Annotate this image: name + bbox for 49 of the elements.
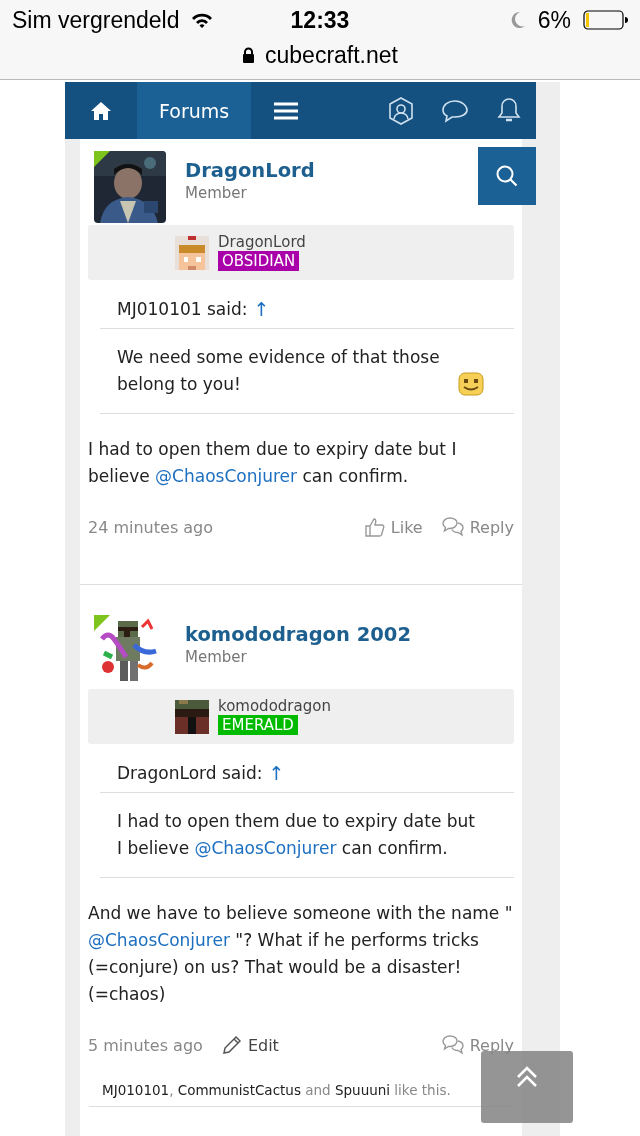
post-time[interactable]: 5 minutes ago xyxy=(88,1035,203,1055)
speech-bubbles-icon xyxy=(440,1034,465,1056)
home-icon xyxy=(90,100,112,121)
mention-link[interactable]: @ChaosConjurer xyxy=(155,466,298,486)
author-name[interactable]: DragonLord xyxy=(185,159,315,182)
quote-author: DragonLord said: xyxy=(117,763,263,783)
mention-link[interactable]: @ChaosConjurer xyxy=(88,930,230,950)
thumbs-up-icon xyxy=(363,516,386,538)
game-username: DragonLord xyxy=(218,234,306,251)
rank-tag: EMERALD xyxy=(218,715,298,735)
battery-icon xyxy=(583,10,628,30)
user-link[interactable]: CommunistCactus xyxy=(177,1082,301,1098)
clock-text: 12:33 xyxy=(290,6,350,33)
reply-button[interactable]: Reply xyxy=(440,516,514,538)
post-text: I had to open them due to expiry date but I believe @ChaosConjurer can confirm. xyxy=(88,438,458,488)
quote-author: MJ010101 said: xyxy=(117,299,248,319)
post-time[interactable]: 24 minutes ago xyxy=(88,517,214,537)
mention-link[interactable]: @ChaosConjurer xyxy=(194,838,337,858)
search-button[interactable] xyxy=(478,147,536,205)
wifi-icon xyxy=(191,11,214,29)
menu-icon xyxy=(273,100,300,121)
rank-tag: OBSIDIAN xyxy=(218,251,300,271)
lock-icon xyxy=(242,47,255,63)
user-title: Member xyxy=(185,648,248,666)
bell-icon xyxy=(497,97,521,124)
like-button[interactable]: Like xyxy=(363,516,423,538)
jump-link[interactable]: ↑ xyxy=(253,298,270,320)
author-name[interactable]: komododragon 2002 xyxy=(185,623,411,646)
carrier-text: Sim vergrendeld xyxy=(12,6,180,34)
address-text[interactable]: cubecraft.net xyxy=(265,41,398,69)
search-icon xyxy=(495,164,519,188)
edit-button[interactable]: Edit xyxy=(220,1034,279,1056)
game-username: komododragon xyxy=(218,698,331,715)
moon-icon xyxy=(509,11,526,29)
chat-icon xyxy=(442,98,468,123)
battery-percent: 6% xyxy=(537,6,571,34)
user-link[interactable]: MJ010101 xyxy=(102,1082,170,1098)
forums-tab[interactable]: Forums xyxy=(137,82,252,139)
reply-button[interactable]: Reply xyxy=(440,1034,514,1056)
user-title: Member xyxy=(185,184,248,202)
quote-text: I had to open them due to expiry date but I believe @ChaosConjurer can confirm. xyxy=(117,810,477,860)
pencil-icon xyxy=(220,1034,243,1056)
post-text: And we have to believe someone with the name " @ChaosConjurer "? What if he performs tricks (=conjure) on us? That would be a disaster! (=chaos) xyxy=(88,902,514,1006)
quote-text: We need some evidence of that those belong to you! xyxy=(117,346,441,396)
scroll-to-top-icon xyxy=(515,1064,539,1089)
speech-bubbles-icon xyxy=(440,516,465,538)
account-icon xyxy=(388,96,414,125)
user-link[interactable]: Spuuuni xyxy=(334,1082,391,1098)
jump-link[interactable]: ↑ xyxy=(268,762,285,784)
